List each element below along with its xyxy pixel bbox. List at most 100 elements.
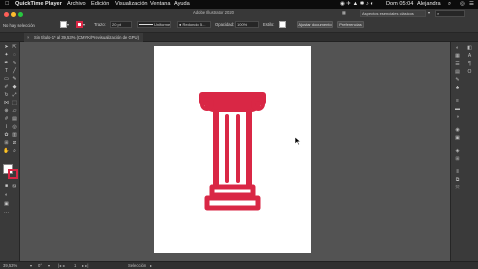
close-icon[interactable]: × bbox=[27, 33, 29, 42]
menu-ventana[interactable]: Ventana bbox=[150, 0, 171, 9]
selection-tool-icon[interactable]: ➤ bbox=[3, 44, 10, 51]
brushes-panel-icon[interactable]: ✎ bbox=[454, 77, 461, 83]
color-swatch-icon[interactable]: ◧ bbox=[466, 45, 473, 51]
perspective-grid-tool-icon[interactable]: ▱ bbox=[11, 108, 18, 115]
menu-archivo[interactable]: Archivo bbox=[67, 0, 86, 9]
paragraph-panel-icon[interactable]: ¶ bbox=[466, 61, 473, 67]
transparency-panel-icon[interactable]: ◑ bbox=[454, 114, 461, 120]
artboard-tool-icon[interactable]: ⊞ bbox=[3, 140, 10, 147]
zoom-tool-icon[interactable]: ⌕ bbox=[11, 148, 18, 155]
artboard-nav-first[interactable]: |◂ ◂ bbox=[58, 262, 64, 269]
opentype-panel-icon[interactable]: O bbox=[466, 69, 473, 75]
align-panel-icon[interactable]: ⫴ bbox=[454, 169, 461, 175]
chevron-down-icon[interactable]: ▾ bbox=[428, 10, 430, 16]
brush-definition[interactable]: ● Redondo 5... bbox=[177, 21, 211, 28]
chevron-down-icon[interactable]: ▾ bbox=[48, 262, 50, 269]
workspace-switcher[interactable]: Aspectos esenciales clásicos bbox=[360, 10, 426, 17]
search-input[interactable]: ⌕ bbox=[435, 10, 465, 17]
siri-icon[interactable]: ◎ bbox=[460, 0, 465, 9]
gradient-tool-icon[interactable]: ▤ bbox=[11, 116, 18, 123]
transform-panel-icon[interactable]: ⤧ bbox=[454, 185, 461, 191]
shape-builder-tool-icon[interactable]: ⊕ bbox=[3, 108, 10, 115]
menu-ayuda[interactable]: Ayuda bbox=[174, 0, 190, 9]
paintbrush-tool-icon[interactable]: ✎ bbox=[11, 76, 18, 83]
artboard[interactable] bbox=[154, 46, 311, 253]
lasso-tool-icon[interactable]: ◌ bbox=[11, 52, 18, 59]
opacity-label[interactable]: Opacidad: bbox=[215, 22, 234, 28]
rotate-tool-icon[interactable]: ↻ bbox=[3, 92, 10, 99]
menu-user[interactable]: Alejandra bbox=[417, 0, 441, 9]
close-window-button[interactable] bbox=[4, 12, 9, 17]
stroke-panel-icon[interactable]: ≡ bbox=[454, 98, 461, 104]
zoom-level[interactable]: 39,53% bbox=[3, 262, 17, 269]
slice-tool-icon[interactable]: ⧄ bbox=[11, 140, 18, 147]
apple-icon[interactable]:  bbox=[5, 0, 9, 9]
blend-tool-icon[interactable]: ◎ bbox=[11, 124, 18, 131]
tab-document[interactable]: × Sin título-1* al 39,53% (CMYK/Previsua… bbox=[24, 33, 143, 42]
type-tool-icon[interactable]: T bbox=[3, 68, 10, 75]
rectangle-tool-icon[interactable]: ▭ bbox=[3, 76, 10, 83]
appearance-panel-icon[interactable]: ◉ bbox=[454, 127, 461, 133]
eyedropper-tool-icon[interactable]: ⌇ bbox=[3, 124, 10, 131]
direct-selection-tool-icon[interactable]: ⇱ bbox=[11, 44, 18, 51]
none-mode-icon[interactable]: ⧅ bbox=[11, 183, 18, 190]
color-panel-icon[interactable]: ◐ bbox=[454, 45, 461, 51]
draw-mode-icon[interactable]: ◐ bbox=[3, 192, 10, 199]
arrange-documents-icon[interactable]: ▦ bbox=[342, 10, 346, 16]
menu-visualizacion[interactable]: Visualización bbox=[115, 0, 148, 9]
preferences-button[interactable]: Preferencias bbox=[337, 21, 364, 28]
stroke-weight-input[interactable]: 20 pt bbox=[110, 21, 132, 28]
menu-clock[interactable]: Dom 05:04 bbox=[386, 0, 413, 9]
stroke-swatch[interactable] bbox=[76, 21, 83, 28]
gradient-panel-icon[interactable]: ▬ bbox=[454, 106, 461, 112]
graphic-styles-panel-icon[interactable]: ▣ bbox=[454, 135, 461, 141]
ionic-column-artwork[interactable] bbox=[154, 46, 311, 253]
artboard-number[interactable]: 1 bbox=[74, 262, 76, 269]
column-graph-tool-icon[interactable]: ▥ bbox=[11, 132, 18, 139]
width-tool-icon[interactable]: ⋈ bbox=[3, 100, 10, 107]
edit-toolbar-icon[interactable]: ··· bbox=[3, 210, 10, 217]
zoom-window-button[interactable] bbox=[18, 12, 23, 17]
artboards-panel-icon[interactable]: ⊞ bbox=[454, 156, 461, 162]
style-label[interactable]: Estilo: bbox=[263, 22, 274, 28]
chevron-right-icon[interactable]: ▸ bbox=[150, 262, 152, 269]
rotation-angle[interactable]: 0° bbox=[38, 262, 42, 269]
document-setup-button[interactable]: Ajustar documento bbox=[297, 21, 333, 28]
curvature-tool-icon[interactable]: ∿ bbox=[11, 60, 18, 67]
variable-width-profile[interactable]: Uniforme bbox=[137, 21, 171, 28]
scale-tool-icon[interactable]: ⤢ bbox=[11, 92, 18, 99]
status-icons[interactable]: ◉ ✈ ▲ ✱ ♪ ◐ bbox=[340, 0, 374, 9]
swatches-panel-icon[interactable]: ▤ bbox=[454, 69, 461, 75]
hand-tool-icon[interactable]: ✋ bbox=[3, 148, 10, 155]
character-panel-icon[interactable]: A bbox=[466, 53, 473, 59]
stroke-label[interactable]: Trazo: bbox=[94, 22, 106, 28]
pathfinder-panel-icon[interactable]: ⧉ bbox=[454, 177, 461, 183]
minimize-window-button[interactable] bbox=[11, 12, 16, 17]
color-guide-icon[interactable]: ▦ bbox=[454, 53, 461, 59]
fill-swatch[interactable] bbox=[60, 21, 67, 28]
graphic-style-swatch[interactable] bbox=[279, 21, 286, 28]
color-mode-icon[interactable]: ■ bbox=[3, 183, 10, 190]
free-transform-tool-icon[interactable]: ⬚ bbox=[11, 100, 18, 107]
magic-wand-tool-icon[interactable]: ✦ bbox=[3, 52, 10, 59]
layers-panel-icon[interactable]: ◈ bbox=[454, 148, 461, 154]
artboard-nav-next[interactable]: ▸ ▸| bbox=[82, 262, 88, 269]
stroke-color-box[interactable] bbox=[8, 169, 18, 179]
symbols-panel-icon[interactable]: ♣ bbox=[454, 85, 461, 91]
chevron-down-icon[interactable]: ▾ bbox=[67, 22, 69, 28]
properties-panel-icon[interactable]: ☰ bbox=[454, 61, 461, 67]
symbol-sprayer-tool-icon[interactable]: ✿ bbox=[3, 132, 10, 139]
notification-center-icon[interactable]: ☰ bbox=[469, 0, 474, 9]
eraser-tool-icon[interactable]: ◆ bbox=[11, 84, 18, 91]
opacity-input[interactable]: 100% bbox=[235, 21, 259, 28]
chevron-down-icon[interactable]: ▾ bbox=[30, 262, 32, 269]
pencil-tool-icon[interactable]: ✐ bbox=[3, 84, 10, 91]
menu-app-name[interactable]: QuickTime Player bbox=[15, 0, 62, 9]
spotlight-icon[interactable]: ⌕ bbox=[448, 0, 451, 9]
mesh-tool-icon[interactable]: # bbox=[3, 116, 10, 123]
chevron-down-icon[interactable]: ▾ bbox=[83, 22, 85, 28]
screen-mode-icon[interactable]: ▣ bbox=[3, 201, 10, 208]
pen-tool-icon[interactable]: ✒ bbox=[3, 60, 10, 67]
line-tool-icon[interactable]: ╱ bbox=[11, 68, 18, 75]
current-tool-status[interactable]: Selección bbox=[128, 262, 146, 269]
